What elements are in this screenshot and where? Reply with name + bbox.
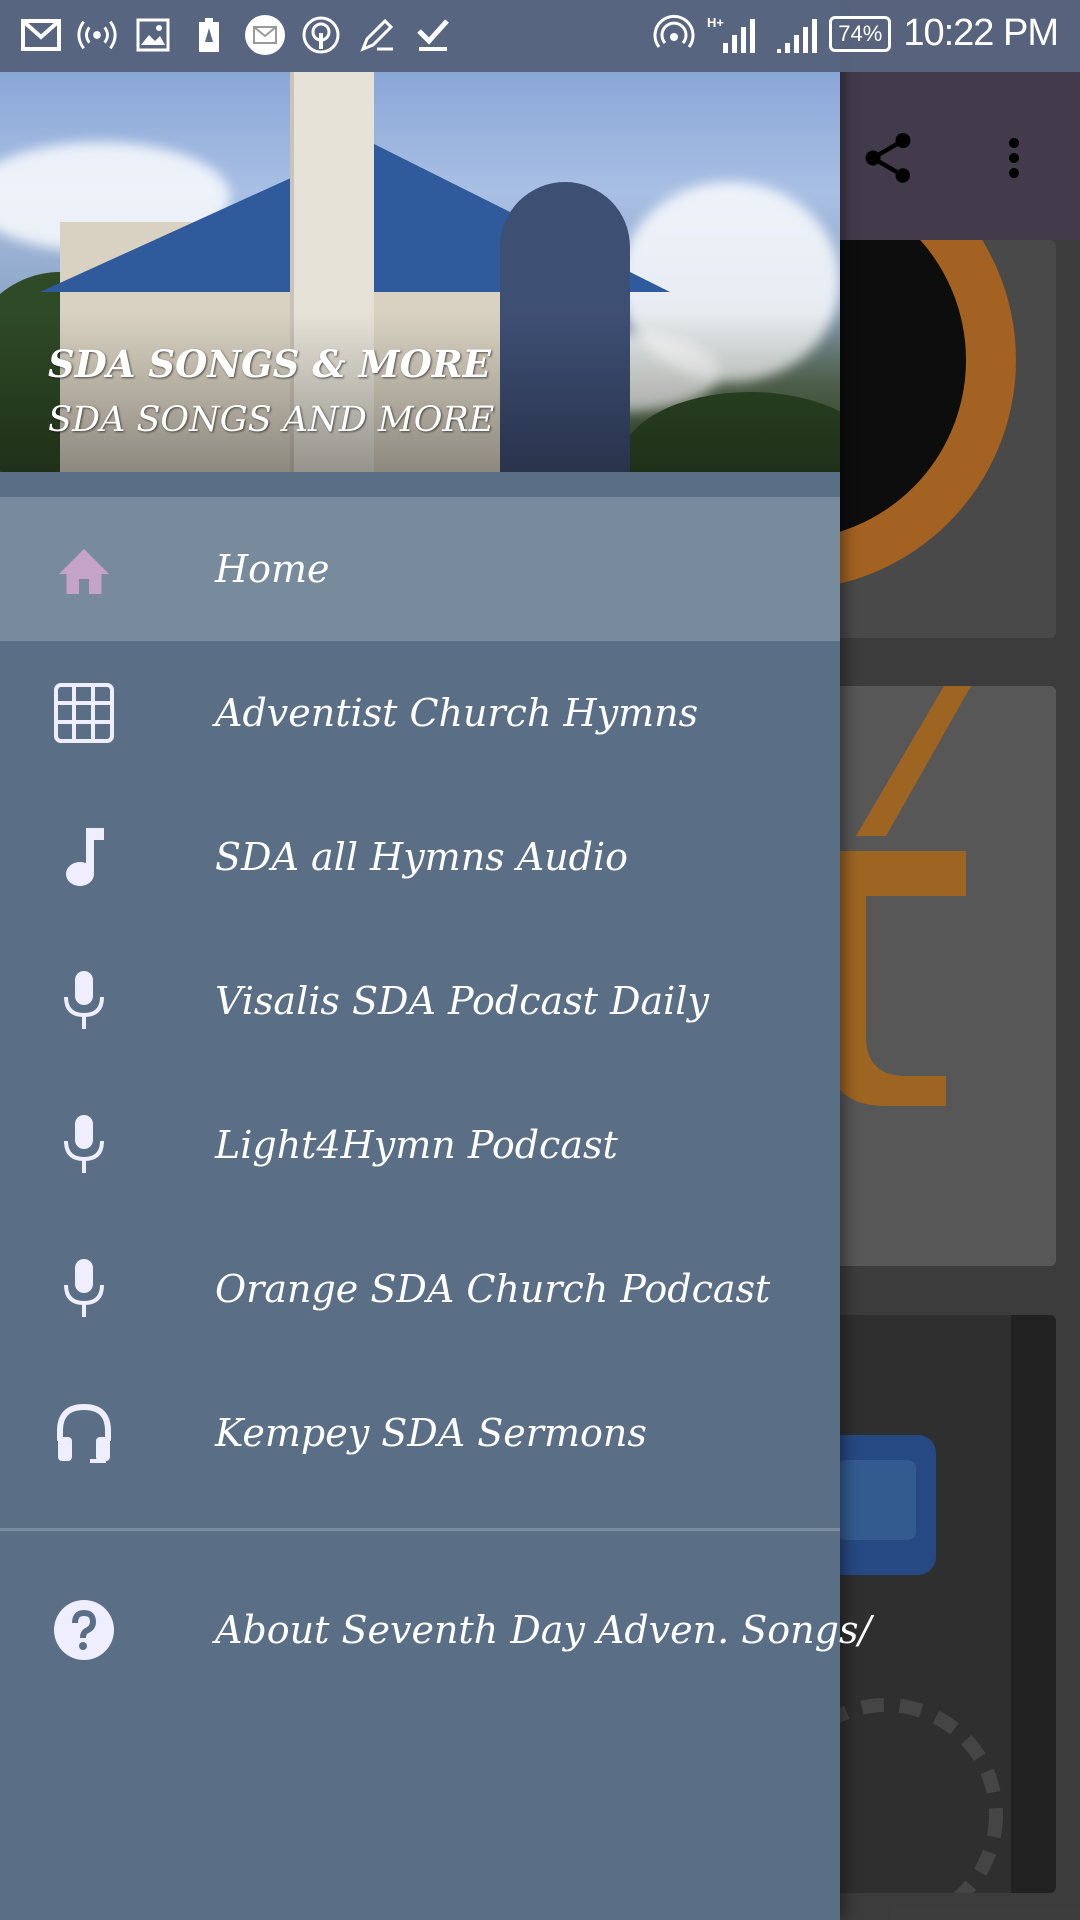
menu-item-label: About Seventh Day Adven. Songs/ <box>215 1608 872 1652</box>
menu-item-label: Home <box>215 547 330 591</box>
menu-item-label: SDA all Hymns Audio <box>215 835 629 879</box>
system-icons: H+ 74% 10:22 PM <box>653 12 1059 55</box>
menu-item-label: Adventist Church Hymns <box>215 691 699 735</box>
battery-saver-icon <box>188 14 230 56</box>
menu-item-visalis-podcast[interactable]: Visalis SDA Podcast Daily <box>0 929 840 1073</box>
battery-indicator: 74% <box>829 15 892 52</box>
download-done-icon <box>412 14 454 56</box>
menu-item-adventist-church-hymns[interactable]: Adventist Church Hymns <box>0 641 840 785</box>
status-bar: H+ 74% 10:22 PM <box>0 0 1080 72</box>
menu-item-about[interactable]: About Seventh Day Adven. Songs/ <box>0 1558 871 1702</box>
menu-item-label: Visalis SDA Podcast Daily <box>215 979 709 1023</box>
clock: 10:22 PM <box>903 12 1059 54</box>
menu-item-sda-all-hymns-audio[interactable]: SDA all Hymns Audio <box>0 785 840 929</box>
menu-item-light4hymn-podcast[interactable]: Light4Hymn Podcast <box>0 1073 840 1217</box>
help-icon <box>52 1598 116 1662</box>
headphones-icon <box>52 1401 116 1465</box>
podcast-icon <box>300 14 342 56</box>
drawer-subtitle: SDA SONGS AND MORE <box>48 400 495 440</box>
drawer-menu: Home Adventist Church Hymns SDA all Hymn… <box>0 497 840 1505</box>
gallery-icon <box>132 14 174 56</box>
navigation-drawer: SDA SONGS & MORE SDA SONGS AND MORE Home… <box>0 0 871 1920</box>
menu-item-orange-sda-podcast[interactable]: Orange SDA Church Podcast <box>0 1217 840 1361</box>
music-note-icon <box>52 825 116 889</box>
mic-icon <box>52 1113 116 1177</box>
hotspot-icon <box>76 14 118 56</box>
menu-item-home[interactable]: Home <box>0 497 840 641</box>
menu-item-label: Light4Hymn Podcast <box>215 1123 618 1167</box>
signal-icon-2 <box>775 13 818 55</box>
wireless-icon <box>653 13 695 55</box>
signal-icon: H+ <box>707 13 763 55</box>
mic-icon <box>52 1257 116 1321</box>
menu-item-label: Kempey SDA Sermons <box>215 1411 647 1455</box>
drawer-title: SDA SONGS & MORE <box>48 342 491 386</box>
edit-icon <box>356 14 398 56</box>
svg-text:H+: H+ <box>707 15 724 30</box>
drawer-header: SDA SONGS & MORE SDA SONGS AND MORE <box>0 72 840 472</box>
gmail-icon <box>20 14 62 56</box>
grid-icon <box>52 681 116 745</box>
mic-icon <box>52 969 116 1033</box>
menu-item-kempey-sermons[interactable]: Kempey SDA Sermons <box>0 1361 840 1505</box>
home-icon <box>52 537 116 601</box>
mail-icon <box>244 14 286 56</box>
notification-icons <box>20 14 454 56</box>
drawer-divider <box>0 1528 840 1531</box>
menu-item-label: Orange SDA Church Podcast <box>215 1267 771 1311</box>
